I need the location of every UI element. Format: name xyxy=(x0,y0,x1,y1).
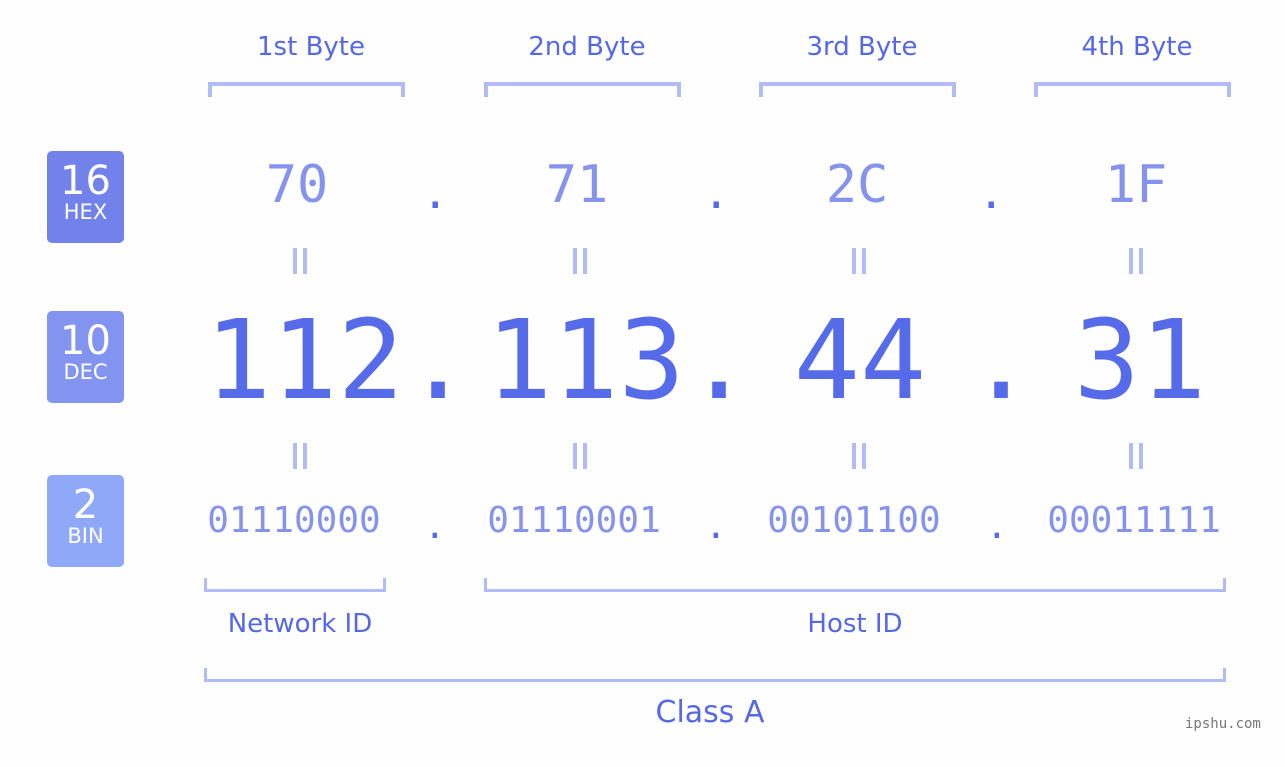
hex-base: 16 xyxy=(60,158,111,204)
hex-byte-2: 71 xyxy=(545,155,609,215)
hex-byte-1: 70 xyxy=(265,155,329,215)
byte-label-3: 3rd Byte xyxy=(806,32,918,62)
bin-byte-2: 01110001 xyxy=(487,500,661,541)
equals-icon xyxy=(1126,248,1146,274)
bin-byte-1: 01110000 xyxy=(207,500,381,541)
equals-icon xyxy=(570,248,590,274)
bin-badge: 2 BIN xyxy=(47,475,124,567)
class-label: Class A xyxy=(655,695,765,730)
byte-bracket-2 xyxy=(484,82,681,97)
byte-bracket-3 xyxy=(759,82,956,97)
host-id-bracket xyxy=(484,578,1226,592)
byte-label-1: 1st Byte xyxy=(257,32,365,62)
dec-byte-3: 44 xyxy=(793,296,927,424)
byte-label-2: 2nd Byte xyxy=(528,32,646,62)
bin-separator-2: . xyxy=(705,506,727,547)
hex-separator-1: . xyxy=(422,168,449,219)
byte-bracket-4 xyxy=(1034,82,1231,97)
byte-bracket-1 xyxy=(208,82,405,97)
hex-badge: 16 HEX xyxy=(47,151,124,243)
class-bracket xyxy=(204,668,1226,682)
network-id-label: Network ID xyxy=(227,609,373,639)
dec-separator-1: . xyxy=(405,296,472,424)
bin-byte-4: 00011111 xyxy=(1047,500,1221,541)
bin-byte-3: 00101100 xyxy=(767,500,941,541)
hex-separator-3: . xyxy=(978,168,1005,219)
dec-byte-1: 112 xyxy=(205,296,404,424)
bin-separator-1: . xyxy=(424,506,446,547)
bin-label: BIN xyxy=(67,524,104,548)
network-id-bracket xyxy=(204,578,386,592)
bin-separator-3: . xyxy=(986,506,1008,547)
byte-label-4: 4th Byte xyxy=(1081,32,1193,62)
dec-byte-4: 31 xyxy=(1073,296,1207,424)
equals-icon xyxy=(570,443,590,469)
bin-base: 2 xyxy=(72,482,99,528)
dec-base: 10 xyxy=(60,318,111,364)
equals-icon xyxy=(849,443,869,469)
hex-byte-4: 1F xyxy=(1104,155,1168,215)
host-id-label: Host ID xyxy=(807,609,903,639)
hex-separator-2: . xyxy=(703,168,730,219)
dec-separator-2: . xyxy=(686,296,753,424)
equals-icon xyxy=(1126,443,1146,469)
dec-separator-3: . xyxy=(968,296,1035,424)
dec-badge: 10 DEC xyxy=(47,311,124,403)
equals-icon xyxy=(849,248,869,274)
dec-label: DEC xyxy=(63,360,108,384)
hex-byte-3: 2C xyxy=(825,155,889,215)
dec-byte-2: 113 xyxy=(486,296,685,424)
equals-icon xyxy=(290,443,310,469)
watermark: ipshu.com xyxy=(1185,716,1261,732)
equals-icon xyxy=(290,248,310,274)
hex-label: HEX xyxy=(63,200,108,224)
